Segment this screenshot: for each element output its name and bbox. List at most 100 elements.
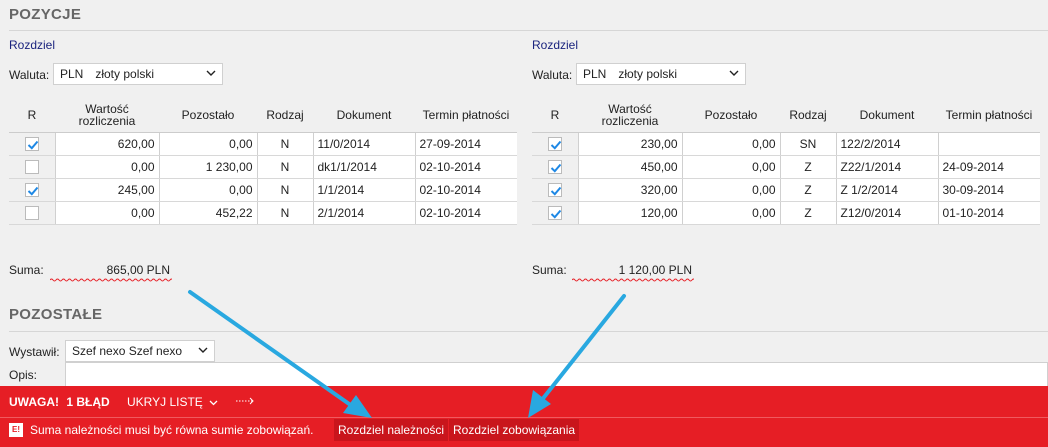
chevron-down-icon	[198, 347, 208, 353]
dokument-cell: 11/0/2014	[312, 132, 415, 156]
pozostalo-cell: 452,22	[158, 201, 257, 225]
termin-cell: 30-09-2014	[937, 178, 1040, 202]
validation-underline	[50, 278, 172, 282]
checkbox-cell[interactable]	[532, 178, 578, 202]
currency-code: PLN	[583, 67, 607, 81]
wartosc-cell[interactable]: 320,00	[577, 178, 682, 202]
checkbox-cell[interactable]	[9, 178, 55, 202]
table-row[interactable]: 0,00 1 230,00 Ndk1/1/2014 02-10-2014	[9, 155, 517, 179]
dokument-cell: 1/1/2014	[312, 178, 415, 202]
opis-input[interactable]	[65, 362, 1048, 388]
positions-table-right: R Wartość rozliczenia Pozostało Rodzaj D…	[532, 98, 1040, 225]
validation-underline	[572, 278, 694, 282]
chevron-down-icon	[206, 70, 216, 76]
column-header-rodzaj[interactable]: Rodzaj	[780, 98, 836, 133]
pozostalo-cell: 0,00	[681, 178, 780, 202]
wartosc-cell[interactable]: 450,00	[577, 155, 682, 179]
checkbox-cell[interactable]	[9, 155, 55, 179]
error-count: 1 BŁĄD	[66, 395, 110, 409]
pozostalo-cell: 1 230,00	[158, 155, 257, 179]
pozostalo-cell: 0,00	[681, 201, 780, 225]
section-divider	[9, 30, 1048, 31]
column-header-dokument[interactable]: Dokument	[836, 98, 938, 133]
wartosc-cell[interactable]: 0,00	[54, 201, 159, 225]
dokument-cell: 122/2/2014	[835, 132, 938, 156]
checkmark-icon	[550, 163, 562, 173]
column-header-dokument[interactable]: Dokument	[313, 98, 415, 133]
wystawil-value: Szef nexo Szef nexo	[72, 344, 183, 358]
column-header-r[interactable]: R	[9, 98, 55, 133]
wystawil-label: Wystawił:	[9, 345, 60, 359]
section-title-pozostale: POZOSTAŁE	[9, 306, 103, 323]
table-row[interactable]: 620,00 0,00 N 11/0/2014 27-09-2014	[9, 132, 517, 156]
currency-name: złoty polski	[95, 67, 155, 81]
checkmark-icon	[550, 186, 562, 196]
dokument-cell: Z12/0/2014	[835, 201, 938, 225]
row-checkbox[interactable]	[24, 205, 39, 220]
suma-value-left: 865,00 PLN	[106, 263, 170, 277]
row-checkbox[interactable]	[547, 205, 562, 220]
checkbox-cell[interactable]	[9, 132, 55, 156]
row-checkbox[interactable]	[24, 159, 39, 174]
wartosc-cell[interactable]: 245,00	[54, 178, 159, 202]
column-header-r[interactable]: R	[532, 98, 578, 133]
rozdziel-link-right[interactable]: Rozdziel	[532, 38, 578, 52]
error-badge-icon: E!	[9, 423, 23, 437]
table-row[interactable]: 450,00 0,00 Z Z22/1/2014 24-09-2014	[532, 155, 1040, 179]
rodzaj-cell: Z	[779, 201, 836, 225]
column-header-wartosc[interactable]: Wartość rozliczenia	[55, 98, 159, 133]
row-checkbox[interactable]	[547, 136, 562, 151]
rodzaj-cell: Z	[779, 155, 836, 179]
rodzaj-cell: SN	[779, 132, 836, 156]
checkbox-cell[interactable]	[532, 201, 578, 225]
termin-cell	[937, 132, 1040, 156]
opis-label: Opis:	[9, 368, 38, 382]
column-header-wartosc[interactable]: Wartość rozliczenia	[578, 98, 682, 133]
hide-list-label: UKRYJ LISTĘ	[127, 395, 203, 409]
checkbox-cell[interactable]	[9, 201, 55, 225]
pozostalo-cell: 0,00	[681, 155, 780, 179]
column-header-termin[interactable]: Termin płatności	[415, 98, 517, 133]
table-row[interactable]: 0,00 452,22 N 2/1/2014 02-10-2014	[9, 201, 517, 225]
table-row[interactable]: 120,00 0,00 Z Z12/0/2014 01-10-2014	[532, 201, 1040, 225]
checkmark-icon	[27, 140, 39, 150]
termin-cell: 02-10-2014	[414, 155, 517, 179]
rodzaj-cell: Z	[779, 178, 836, 202]
row-checkbox[interactable]	[547, 182, 562, 197]
termin-cell: 27-09-2014	[414, 132, 517, 156]
currency-select-left[interactable]: PLN złoty polski	[53, 63, 223, 85]
section-title-pozycje: POZYCJE	[9, 6, 82, 23]
wartosc-cell[interactable]: 120,00	[577, 201, 682, 225]
hide-list-button[interactable]: UKRYJ LISTĘ	[127, 395, 218, 409]
wartosc-cell[interactable]: 620,00	[54, 132, 159, 156]
wystawil-select[interactable]: Szef nexo Szef nexo	[65, 340, 215, 362]
pozostalo-cell: 0,00	[681, 132, 780, 156]
row-checkbox[interactable]	[24, 136, 39, 151]
termin-cell: 02-10-2014	[414, 178, 517, 202]
currency-select-right[interactable]: PLN złoty polski	[576, 63, 746, 85]
column-header-rodzaj[interactable]: Rodzaj	[257, 98, 313, 133]
suma-label-left: Suma:	[9, 263, 44, 277]
rozdziel-naleznosci-button[interactable]: Rozdziel należności	[334, 419, 449, 441]
wartosc-cell[interactable]: 230,00	[577, 132, 682, 156]
table-row[interactable]: 320,00 0,00 Z Z 1/2/2014 30-09-2014	[532, 178, 1040, 202]
section-divider	[9, 331, 1048, 332]
row-checkbox[interactable]	[24, 182, 39, 197]
column-header-termin[interactable]: Termin płatności	[938, 98, 1040, 133]
column-header-pozostalo[interactable]: Pozostało	[159, 98, 257, 133]
rozdziel-zobowiazania-button[interactable]: Rozdziel zobowiązania	[449, 419, 580, 441]
wartosc-cell[interactable]: 0,00	[54, 155, 159, 179]
table-row[interactable]: 245,00 0,00 N 1/1/2014 02-10-2014	[9, 178, 517, 202]
checkmark-icon	[27, 186, 39, 196]
column-header-pozostalo[interactable]: Pozostało	[682, 98, 780, 133]
table-row[interactable]: 230,00 0,00 SN 122/2/2014	[532, 132, 1040, 156]
error-summary: UWAGA! 1 BŁĄD	[9, 395, 110, 409]
checkbox-cell[interactable]	[532, 132, 578, 156]
rozdziel-link-left[interactable]: Rozdziel	[9, 38, 55, 52]
dokument-cell: Z22/1/2014	[835, 155, 938, 179]
rodzaj-cell: N	[256, 201, 313, 225]
positions-table-left: R Wartość rozliczenia Pozostało Rodzaj D…	[9, 98, 517, 225]
checkbox-cell[interactable]	[532, 155, 578, 179]
checkmark-icon	[550, 140, 562, 150]
row-checkbox[interactable]	[547, 159, 562, 174]
